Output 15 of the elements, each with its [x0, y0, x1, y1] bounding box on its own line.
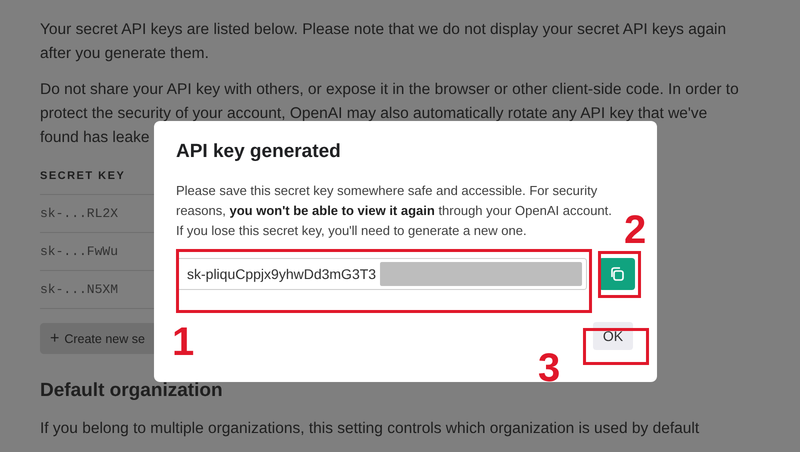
warning-text-line: found has leake	[40, 128, 150, 148]
intro-text-line: Your secret API keys are listed below. Please note that we do not display your secret API keys again	[40, 20, 728, 40]
annotation-frame	[583, 328, 649, 365]
dialog-title: API key generated	[176, 141, 342, 163]
annotation-number: 2	[624, 210, 646, 250]
copy-button[interactable]	[599, 258, 635, 290]
copy-icon	[609, 266, 625, 282]
api-key-field[interactable]: sk-pliquCppjx9yhwDd3mG3T3	[176, 258, 587, 290]
annotation-number: 3	[538, 348, 560, 388]
section-text: If you belong to multiple organizations, this setting controls which organization is used by default	[40, 420, 700, 438]
annotation-frame	[598, 251, 641, 298]
warning-text-line: protect the security of your account, OpenAI may also automatically rotate any API key that we've	[40, 104, 708, 124]
section-title: Default organization	[40, 380, 224, 402]
intro-text-line: after you generate them.	[40, 44, 210, 64]
warning-text-line: Do not share your API key with others, or expose it in the browser or other client-side code. In order to	[40, 80, 740, 100]
